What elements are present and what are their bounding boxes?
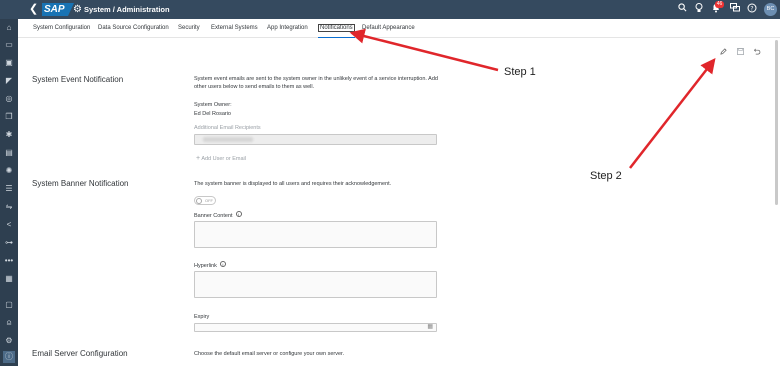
system-banner-description: The system banner is displayed to all us… — [194, 181, 392, 187]
tab-external-systems[interactable]: External Systems — [211, 19, 258, 38]
step2-label: Step 2 — [590, 170, 622, 182]
info-nav-icon[interactable]: ⓘ — [3, 351, 15, 363]
plus-icon: + — [196, 155, 201, 162]
hyperlink-textarea[interactable] — [194, 271, 437, 298]
search-icon[interactable] — [676, 3, 688, 16]
tab-app-integration[interactable]: App Integration — [267, 19, 308, 38]
banner-toggle[interactable]: OFF — [194, 196, 216, 205]
left-navigation: ⌂ ▭ ▣ ◤ ◎ ❐ ✱ ▤ ✺ ☰ ⇋ < ⊶ ••• ▦ ▢ ⍝ ⚙ ⓘ — [0, 19, 18, 366]
scrollbar[interactable] — [775, 40, 778, 205]
screen-icon[interactable]: ▢ — [3, 299, 15, 311]
system-event-description-1: System event emails are sent to the syst… — [194, 76, 438, 82]
folder-icon[interactable]: ▭ — [3, 39, 15, 51]
additional-recipients-field[interactable] — [194, 134, 437, 145]
admin-tab-bar: System Configuration Data Source Configu… — [18, 19, 780, 38]
sap-logo[interactable]: SAP — [42, 3, 74, 16]
logo-text: SAP — [44, 4, 65, 15]
save-icon[interactable] — [737, 48, 744, 58]
connection-icon[interactable]: ⇋ — [3, 201, 15, 213]
breadcrumb[interactable]: System / Administration — [84, 3, 170, 16]
tab-default-appearance[interactable]: Default Appearance — [362, 19, 415, 38]
monitor-icon[interactable]: ▣ — [3, 57, 15, 69]
calendar-icon[interactable]: ▦ — [3, 273, 15, 285]
list-icon[interactable]: ☰ — [3, 183, 15, 195]
system-banner-title: System Banner Notification — [32, 179, 129, 188]
megaphone-icon[interactable]: ◤ — [3, 75, 15, 87]
system-owner-name: Ed Del Rosario — [194, 111, 231, 117]
email-server-description: Choose the default email server or confi… — [194, 351, 345, 357]
expiry-date-field[interactable]: ▦ — [194, 323, 437, 332]
hyperlink-label-text: Hyperlink — [194, 263, 217, 269]
share-icon[interactable]: < — [3, 219, 15, 231]
step1-arrow — [349, 28, 499, 72]
email-server-title: Email Server Configuration — [32, 349, 128, 358]
system-event-title: System Event Notification — [32, 75, 124, 84]
dots-icon[interactable]: ••• — [3, 255, 15, 267]
expiry-label: Expiry — [194, 314, 210, 320]
svg-text:?: ? — [750, 6, 753, 13]
user-lock-icon[interactable]: ⍝ — [3, 317, 15, 329]
compass-icon[interactable]: ◎ — [3, 93, 15, 105]
tab-notifications-label: Notifications — [318, 24, 355, 32]
app-window: ❮ SAP ⚙ System / Administration 46 ? BC … — [0, 0, 780, 366]
bug-icon[interactable]: ✱ — [3, 129, 15, 141]
help-icon[interactable]: ? — [746, 3, 758, 16]
info-icon[interactable]: i — [235, 211, 242, 217]
hierarchy-icon[interactable]: ⊶ — [3, 237, 15, 249]
additional-recipients-label: Additional Email Recipients — [194, 125, 261, 131]
pencil-icon[interactable] — [720, 48, 727, 58]
tab-security[interactable]: Security — [178, 19, 200, 38]
add-user-label: Add User or Email — [201, 156, 246, 162]
avatar[interactable]: BC — [764, 3, 777, 16]
system-owner-label: System Owner: — [194, 102, 232, 108]
step1-label: Step 1 — [504, 66, 536, 78]
tab-notifications[interactable]: Notifications — [318, 19, 355, 38]
hyperlink-label: Hyperlink i — [194, 261, 226, 270]
banner-content-textarea[interactable] — [194, 221, 437, 248]
chat-icon[interactable] — [729, 3, 741, 16]
dataset-icon[interactable]: ▤ — [3, 147, 15, 159]
back-icon[interactable]: ❮ — [29, 2, 38, 17]
toggle-label: OFF — [205, 198, 213, 203]
step2-arrow — [629, 58, 716, 169]
redacted-value — [203, 137, 253, 142]
tab-data-source-configuration[interactable]: Data Source Configuration — [98, 19, 169, 38]
toggle-knob — [196, 198, 202, 204]
undo-icon[interactable] — [753, 48, 761, 58]
add-user-button[interactable]: + Add User or Email — [196, 155, 246, 163]
copy-icon[interactable]: ❐ — [3, 111, 15, 123]
banner-content-label: Banner Content i — [194, 211, 242, 220]
banner-content-label-text: Banner Content — [194, 213, 233, 219]
gear-nav-icon[interactable]: ✺ — [3, 165, 15, 177]
info-icon[interactable]: i — [219, 261, 226, 267]
notification-badge: 46 — [715, 1, 724, 8]
lightbulb-icon[interactable] — [693, 3, 705, 16]
system-event-description-2: other users below to send emails to them… — [194, 84, 315, 90]
calendar-icon[interactable]: ▦ — [427, 324, 433, 331]
gear-icon: ⚙ — [73, 4, 82, 15]
home-icon[interactable]: ⌂ — [3, 22, 15, 34]
tab-system-configuration[interactable]: System Configuration — [33, 19, 90, 38]
shell-bar: ❮ SAP ⚙ System / Administration 46 ? BC — [0, 0, 780, 19]
settings-icon[interactable]: ⚙ — [3, 335, 15, 347]
